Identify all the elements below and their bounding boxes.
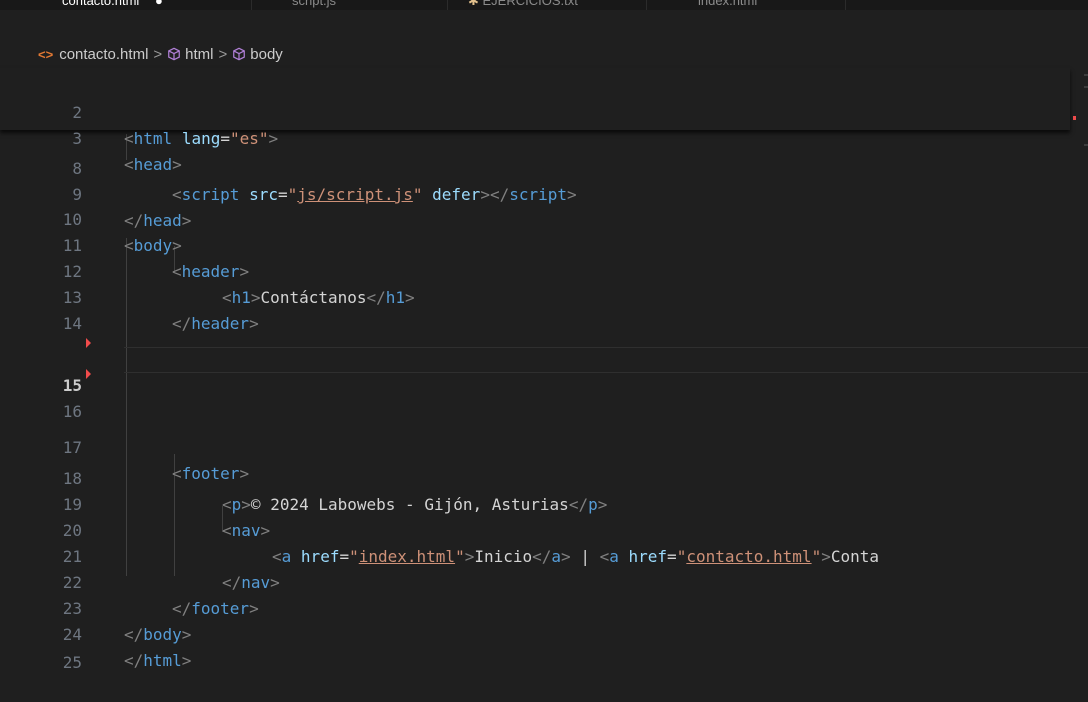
breadcrumb: <> contacto.html > html > body	[0, 40, 1088, 68]
breadcrumb-item-body[interactable]: body	[250, 46, 283, 63]
tab-divider	[646, 0, 647, 10]
tab-divider	[251, 0, 252, 10]
text-file-icon: ✱	[468, 0, 483, 8]
code-line[interactable]: 21 </nav>	[0, 518, 1088, 592]
tab-label: EJERCICIOS.txt	[482, 0, 578, 8]
tab-label: contacto.html	[62, 0, 140, 8]
code-line-current[interactable]: 15	[0, 347, 1088, 395]
line-number: 3	[72, 129, 82, 148]
code-line[interactable]: 13 </header>	[0, 259, 1088, 333]
code-line[interactable]: 10 <body>	[0, 181, 1088, 255]
tab-divider	[447, 0, 448, 10]
html-file-icon: <>	[38, 46, 54, 62]
breadcrumb-separator: >	[153, 45, 163, 63]
tab-bar: contacto.html ● script.js ✱ EJERCICIOS.t…	[0, 0, 1088, 10]
breadcrumb-item-html[interactable]: html	[185, 46, 213, 63]
tab-contacto-html[interactable]: contacto.html ●	[62, 0, 163, 10]
code-line[interactable]: 25	[0, 624, 1088, 672]
code-line[interactable]: 19 <nav>	[0, 466, 1088, 540]
code-line[interactable]: 16	[0, 373, 1088, 421]
code-line[interactable]: 20 <a href="index.html">Inicio</a> | <a …	[0, 492, 1088, 566]
sticky-line[interactable]: 3 <head>	[0, 100, 1088, 174]
code-line[interactable]: 11 <header>	[0, 207, 1088, 281]
element-cube-icon	[168, 47, 181, 61]
ruler-mark	[1084, 144, 1088, 146]
code-editor[interactable]: 8 <script src="js/script.js" defer></scr…	[0, 68, 1088, 680]
modified-dot-icon: ●	[154, 0, 163, 8]
code-line[interactable]: 14	[0, 285, 1088, 333]
breadcrumb-file[interactable]: contacto.html	[59, 46, 148, 63]
breadcrumb-separator: >	[218, 45, 228, 63]
code-line[interactable]: 22 </footer>	[0, 544, 1088, 618]
element-cube-icon	[233, 47, 246, 61]
overview-ruler[interactable]	[1072, 68, 1088, 680]
tab-label: index.html	[698, 0, 758, 8]
tab-ejercicios-txt[interactable]: ✱ EJERCICIOS.txt	[468, 0, 578, 10]
line-number: 25	[62, 653, 82, 672]
code-line[interactable]: 24 </html>	[0, 596, 1088, 670]
tab-index-html[interactable]: index.html	[698, 0, 757, 10]
code-line[interactable]: 12 <h1>Contáctanos</h1>	[0, 233, 1088, 307]
tab-label: script.js	[292, 0, 337, 8]
tab-divider	[845, 0, 846, 10]
code-line[interactable]: 23 </body>	[0, 570, 1088, 644]
tab-script-js[interactable]: script.js	[292, 0, 336, 10]
code-line[interactable]: 18 <p>© 2024 Labowebs - Gijón, Asturias<…	[0, 440, 1088, 514]
sticky-scroll[interactable]: 2 <html lang="es"> 3 <head>	[0, 68, 1070, 174]
sticky-line[interactable]: 2 <html lang="es">	[0, 74, 1088, 148]
code-line[interactable]: 17 <footer>	[0, 409, 1088, 483]
line-number: 14	[62, 314, 82, 333]
